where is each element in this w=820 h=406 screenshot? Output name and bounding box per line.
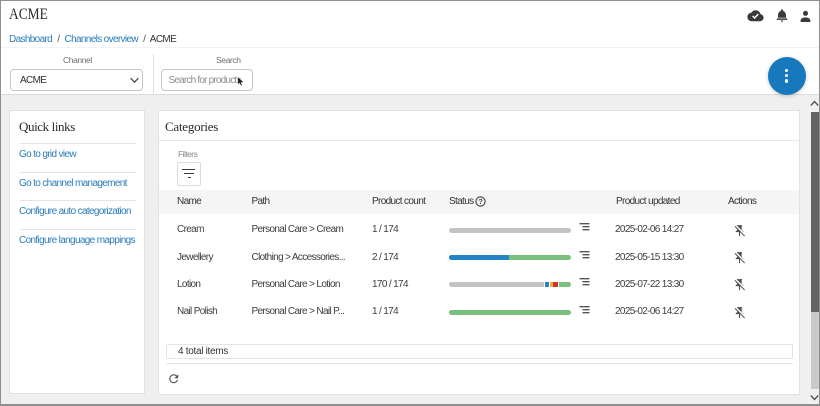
svg-text:?: ? (478, 197, 483, 206)
